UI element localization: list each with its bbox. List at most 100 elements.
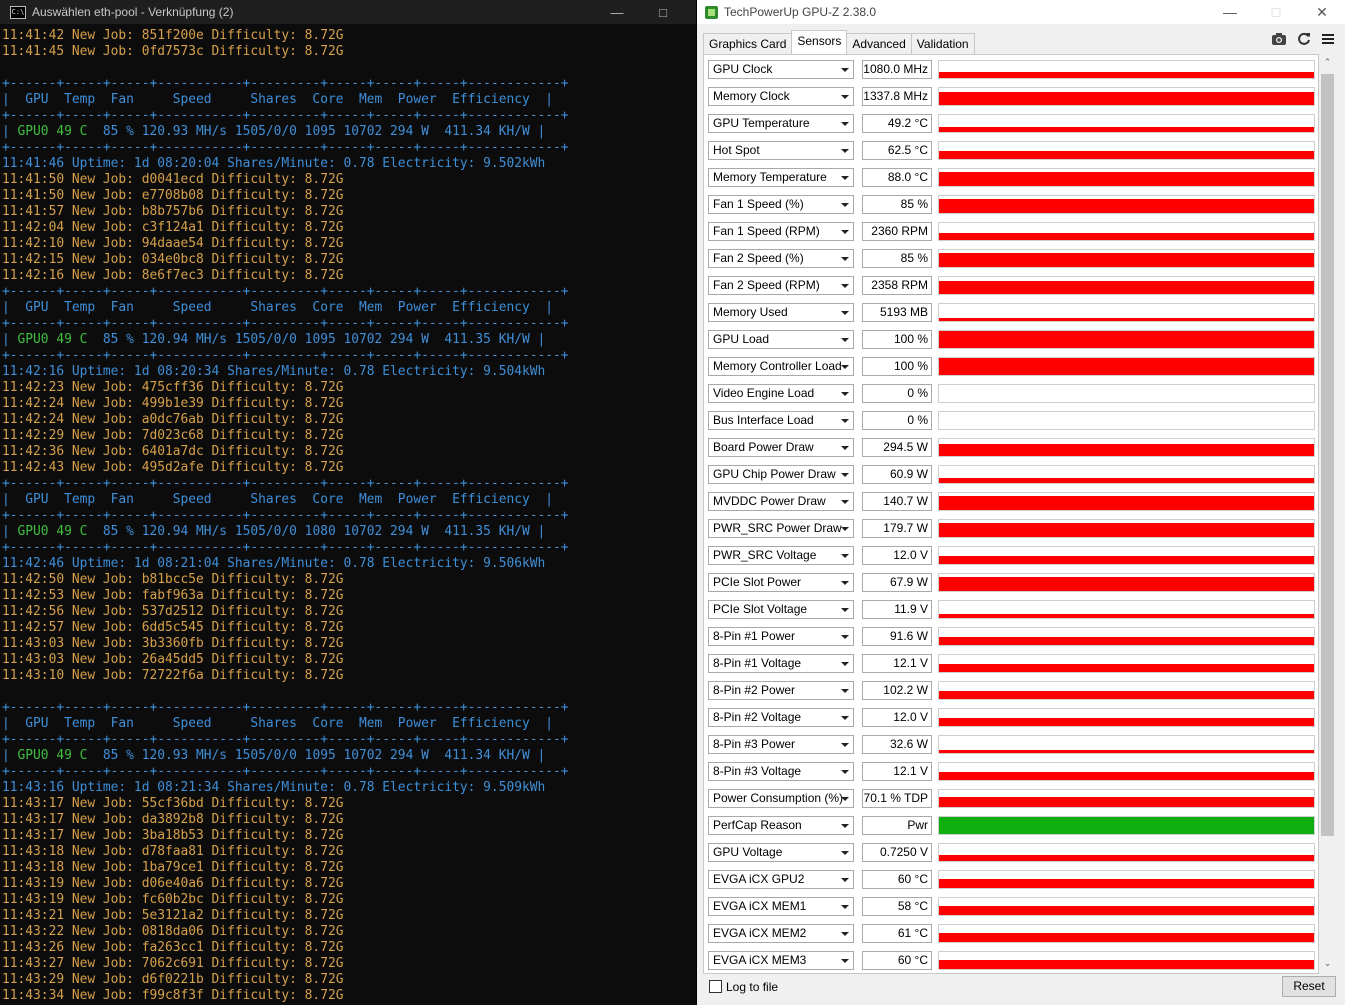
chevron-down-icon[interactable] bbox=[841, 446, 849, 450]
sensor-select[interactable]: EVGA iCX MEM3 bbox=[708, 951, 854, 970]
sensor-select[interactable]: Fan 2 Speed (%) bbox=[708, 249, 854, 268]
chevron-down-icon[interactable] bbox=[841, 716, 849, 720]
chevron-down-icon[interactable] bbox=[841, 149, 849, 153]
scrollbar-thumb[interactable] bbox=[1321, 74, 1334, 836]
console-line: 11:43:17 New Job: 55cf36bd Difficulty: 8… bbox=[2, 796, 344, 811]
sensor-select[interactable]: GPU Clock bbox=[708, 60, 854, 79]
sensor-select[interactable]: PWR_SRC Voltage bbox=[708, 546, 854, 565]
tab-sensors[interactable]: Sensors bbox=[791, 30, 848, 54]
sensor-select[interactable]: 8-Pin #1 Voltage bbox=[708, 654, 854, 673]
sensor-select[interactable]: 8-Pin #1 Power bbox=[708, 627, 854, 646]
sensor-graph-fill bbox=[939, 72, 1314, 78]
sensor-name: GPU Chip Power Draw bbox=[713, 467, 836, 481]
maximize-button[interactable]: □ bbox=[1253, 0, 1299, 24]
tab-advanced[interactable]: Advanced bbox=[846, 33, 912, 54]
chevron-down-icon[interactable] bbox=[841, 905, 849, 909]
chevron-down-icon[interactable] bbox=[841, 878, 849, 882]
chevron-down-icon[interactable] bbox=[841, 824, 849, 828]
chevron-down-icon[interactable] bbox=[841, 68, 849, 72]
sensor-graph bbox=[938, 951, 1315, 970]
sensor-value: 85 % bbox=[862, 195, 932, 214]
chevron-down-icon[interactable] bbox=[841, 527, 849, 531]
chevron-down-icon[interactable] bbox=[841, 851, 849, 855]
sensor-select[interactable]: PerfCap Reason bbox=[708, 816, 854, 835]
sensor-select[interactable]: PCIe Slot Voltage bbox=[708, 600, 854, 619]
minimize-button[interactable]: — bbox=[594, 0, 640, 24]
sensor-select[interactable]: EVGA iCX MEM2 bbox=[708, 924, 854, 943]
sensor-select[interactable]: EVGA iCX MEM1 bbox=[708, 897, 854, 916]
chevron-down-icon[interactable] bbox=[841, 230, 849, 234]
sensor-value: 61 °C bbox=[862, 924, 932, 943]
sensor-select[interactable]: Fan 1 Speed (RPM) bbox=[708, 222, 854, 241]
sensor-graph bbox=[938, 411, 1315, 430]
chevron-down-icon[interactable] bbox=[841, 311, 849, 315]
minimize-button[interactable]: — bbox=[1207, 0, 1253, 24]
sensor-select[interactable]: GPU Chip Power Draw bbox=[708, 465, 854, 484]
sensor-select[interactable]: 8-Pin #2 Power bbox=[708, 681, 854, 700]
close-button[interactable]: ✕ bbox=[1299, 0, 1345, 24]
chevron-down-icon[interactable] bbox=[841, 743, 849, 747]
sensor-select[interactable]: Fan 1 Speed (%) bbox=[708, 195, 854, 214]
sensor-select[interactable]: Memory Used bbox=[708, 303, 854, 322]
sensor-name: 8-Pin #1 Power bbox=[713, 629, 796, 643]
sensor-select[interactable]: Bus Interface Load bbox=[708, 411, 854, 430]
chevron-down-icon[interactable] bbox=[841, 770, 849, 774]
maximize-button[interactable]: □ bbox=[640, 0, 686, 24]
reset-button[interactable]: Reset bbox=[1282, 976, 1336, 997]
chevron-down-icon[interactable] bbox=[841, 500, 849, 504]
chevron-down-icon[interactable] bbox=[841, 122, 849, 126]
sensor-select[interactable]: Hot Spot bbox=[708, 141, 854, 160]
menu-icon[interactable] bbox=[1321, 32, 1335, 49]
sensor-select[interactable]: Memory Temperature bbox=[708, 168, 854, 187]
scroll-down-icon[interactable]: ⌄ bbox=[1319, 955, 1336, 972]
sensor-graph bbox=[938, 222, 1315, 241]
chevron-down-icon[interactable] bbox=[841, 338, 849, 342]
chevron-down-icon[interactable] bbox=[841, 203, 849, 207]
sensor-row: Memory Temperature 88.0 °C bbox=[708, 167, 1318, 189]
sensor-select[interactable]: GPU Temperature bbox=[708, 114, 854, 133]
tab-graphics-card[interactable]: Graphics Card bbox=[703, 33, 793, 54]
chevron-down-icon[interactable] bbox=[841, 932, 849, 936]
chevron-down-icon[interactable] bbox=[841, 257, 849, 261]
sensors-scrollbar[interactable]: ⌃ ⌄ bbox=[1319, 54, 1336, 972]
camera-icon[interactable] bbox=[1271, 32, 1287, 49]
sensor-select[interactable]: PWR_SRC Power Draw bbox=[708, 519, 854, 538]
gpuz-titlebar[interactable]: TechPowerUp GPU-Z 2.38.0 — □ ✕ bbox=[697, 0, 1345, 24]
chevron-down-icon[interactable] bbox=[841, 662, 849, 666]
chevron-down-icon[interactable] bbox=[841, 419, 849, 423]
chevron-down-icon[interactable] bbox=[841, 554, 849, 558]
sensor-select[interactable]: Memory Controller Load bbox=[708, 357, 854, 376]
console-titlebar[interactable]: C:\ Auswählen eth-pool - Verknüpfung (2)… bbox=[0, 0, 696, 24]
sensor-select[interactable]: 8-Pin #3 Power bbox=[708, 735, 854, 754]
sensor-select[interactable]: GPU Load bbox=[708, 330, 854, 349]
chevron-down-icon[interactable] bbox=[841, 392, 849, 396]
sensor-select[interactable]: Fan 2 Speed (RPM) bbox=[708, 276, 854, 295]
sensor-select[interactable]: MVDDC Power Draw bbox=[708, 492, 854, 511]
sensor-select[interactable]: PCIe Slot Power bbox=[708, 573, 854, 592]
sensor-select[interactable]: Power Consumption (%) bbox=[708, 789, 854, 808]
chevron-down-icon[interactable] bbox=[841, 473, 849, 477]
chevron-down-icon[interactable] bbox=[841, 959, 849, 963]
scroll-up-icon[interactable]: ⌃ bbox=[1319, 54, 1336, 71]
chevron-down-icon[interactable] bbox=[841, 365, 849, 369]
chevron-down-icon[interactable] bbox=[841, 581, 849, 585]
chevron-down-icon[interactable] bbox=[841, 608, 849, 612]
sensor-select[interactable]: 8-Pin #2 Voltage bbox=[708, 708, 854, 727]
chevron-down-icon[interactable] bbox=[841, 176, 849, 180]
sensor-select[interactable]: Memory Clock bbox=[708, 87, 854, 106]
sensor-select[interactable]: Video Engine Load bbox=[708, 384, 854, 403]
chevron-down-icon[interactable] bbox=[841, 797, 849, 801]
console-output[interactable]: 11:41:42 New Job: 851f200e Difficulty: 8… bbox=[2, 28, 696, 1005]
log-to-file-label[interactable]: Log to file bbox=[726, 980, 778, 994]
refresh-icon[interactable] bbox=[1297, 32, 1311, 49]
sensor-select[interactable]: Board Power Draw bbox=[708, 438, 854, 457]
chevron-down-icon[interactable] bbox=[841, 95, 849, 99]
sensor-select[interactable]: GPU Voltage bbox=[708, 843, 854, 862]
chevron-down-icon[interactable] bbox=[841, 635, 849, 639]
sensor-select[interactable]: EVGA iCX GPU2 bbox=[708, 870, 854, 889]
tab-validation[interactable]: Validation bbox=[910, 33, 975, 54]
log-to-file-checkbox[interactable] bbox=[709, 980, 722, 993]
chevron-down-icon[interactable] bbox=[841, 284, 849, 288]
chevron-down-icon[interactable] bbox=[841, 689, 849, 693]
sensor-select[interactable]: 8-Pin #3 Voltage bbox=[708, 762, 854, 781]
